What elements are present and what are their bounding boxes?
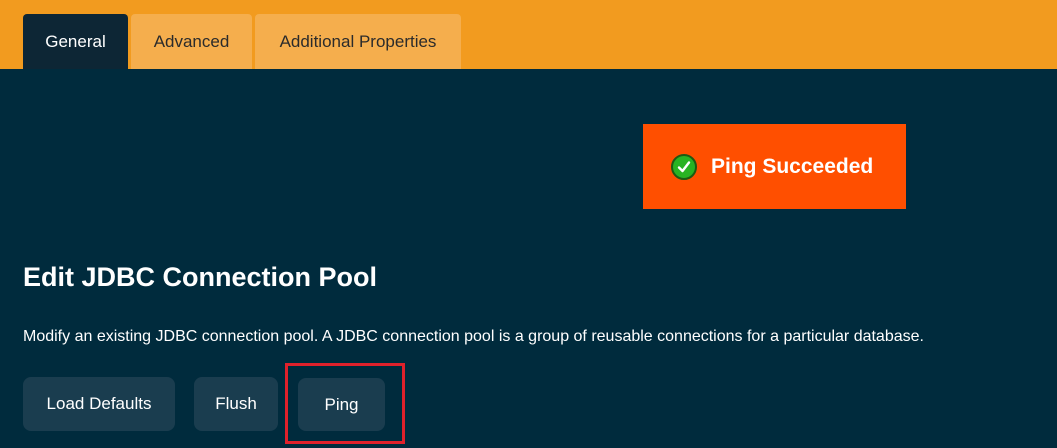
page-title: Edit JDBC Connection Pool: [23, 262, 377, 292]
tab-bar: General Advanced Additional Properties: [0, 0, 1057, 69]
check-icon: [671, 153, 697, 180]
banner-message: Ping Succeeded: [711, 154, 874, 178]
tab-advanced[interactable]: Advanced: [131, 14, 252, 69]
page-description: Modify an existing JDBC connection pool.…: [23, 328, 924, 345]
ping-button[interactable]: Ping: [298, 378, 385, 431]
tab-additional-properties[interactable]: Additional Properties: [255, 14, 461, 69]
flush-button[interactable]: Flush: [194, 377, 278, 431]
tab-general[interactable]: General: [23, 14, 128, 69]
ping-status-banner: Ping Succeeded: [643, 124, 906, 209]
load-defaults-button[interactable]: Load Defaults: [23, 377, 175, 431]
